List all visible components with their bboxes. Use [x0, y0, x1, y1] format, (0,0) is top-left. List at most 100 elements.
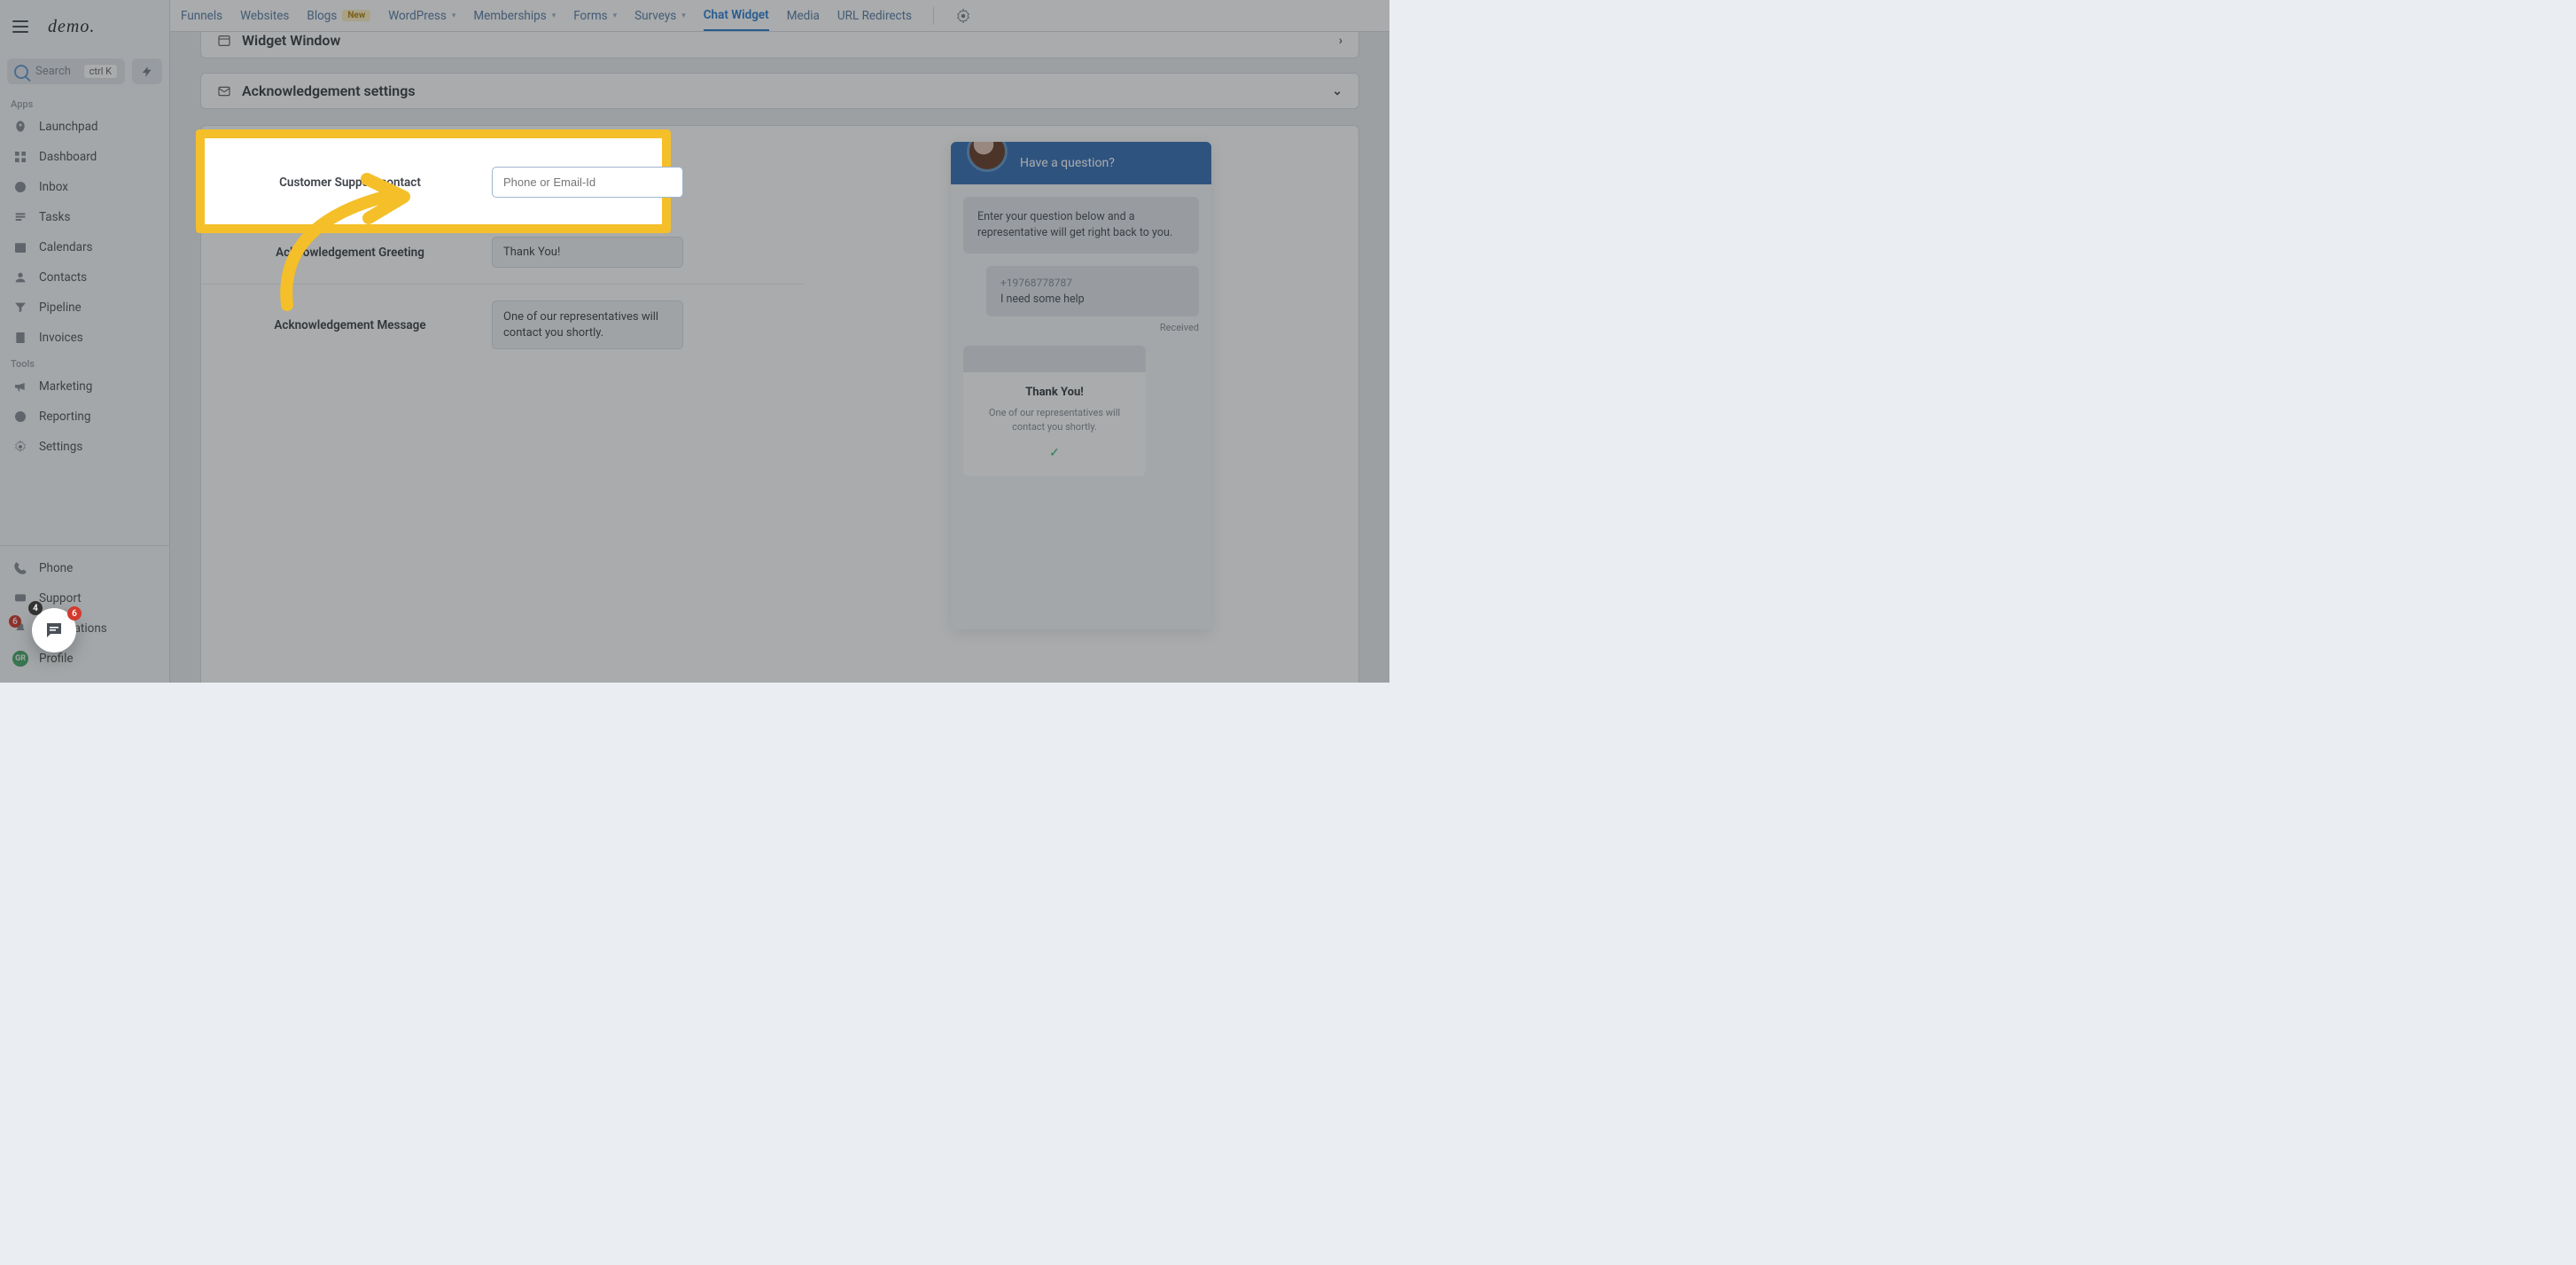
preview-pane: Have a question? Enter your question bel…: [804, 126, 1358, 683]
search-shortcut: ctrl K: [83, 64, 118, 79]
preview-received-label: Received: [1160, 322, 1199, 333]
sidebar-header: demo.: [0, 0, 169, 53]
preview-user-message: +19768778787 I need some help: [986, 266, 1199, 316]
chat-icon: [12, 590, 28, 606]
tab-label: Surveys: [634, 9, 676, 23]
sidebar: demo. Search ctrl K Apps Launchpad Dashb…: [0, 0, 170, 683]
tab-wordpress[interactable]: WordPress ▾: [388, 2, 455, 30]
chevron-right-icon: ›: [1339, 34, 1342, 48]
check-icon: ✓: [976, 446, 1133, 460]
sidebar-item-profile[interactable]: GR Profile: [0, 644, 169, 674]
tab-label: Forms: [573, 9, 607, 23]
card-title: Acknowledgement settings: [242, 82, 416, 99]
preview-phone: +19768778787: [1000, 277, 1185, 289]
tab-surveys[interactable]: Surveys ▾: [634, 2, 686, 30]
topbar: Funnels Websites Blogs New WordPress ▾ Me…: [170, 0, 1389, 32]
lightning-icon: [141, 66, 153, 78]
nav-label: Phone: [39, 561, 73, 575]
chevron-down-icon: ▾: [613, 12, 618, 20]
topbar-settings-button[interactable]: [955, 1, 971, 31]
tasks-icon: [12, 209, 28, 225]
nav-label: Pipeline: [39, 301, 82, 315]
sidebar-item-marketing[interactable]: Marketing: [0, 371, 169, 402]
form-row-contact: Customer Support contact: [201, 151, 804, 214]
phone-icon: [12, 560, 28, 576]
tab-forms[interactable]: Forms ▾: [573, 2, 617, 30]
sidebar-item-reporting[interactable]: Reporting: [0, 402, 169, 432]
preview-header-text: Have a question?: [1020, 156, 1115, 170]
tab-label: Blogs: [307, 9, 337, 23]
sidebar-item-inbox[interactable]: Inbox: [0, 172, 169, 202]
preview-reply-body: One of our representatives will contact …: [976, 406, 1133, 433]
gear-icon: [955, 8, 971, 24]
nav-label: Calendars: [39, 240, 93, 254]
section-apps-label: Apps: [0, 93, 169, 112]
sidebar-item-contacts[interactable]: Contacts: [0, 262, 169, 293]
contact-label: Customer Support contact: [226, 176, 474, 190]
card-ack-settings-header[interactable]: Acknowledgement settings ⌄: [200, 73, 1359, 109]
search-label: Search: [35, 65, 71, 78]
nav-label: Contacts: [39, 270, 87, 285]
sidebar-item-invoices[interactable]: Invoices: [0, 323, 169, 353]
nav-label: Invoices: [39, 331, 83, 345]
chat-launcher[interactable]: 4 6: [32, 608, 76, 652]
main-content: Widget Window › Acknowledgement settings…: [170, 32, 1389, 683]
avatar: GR: [12, 651, 28, 667]
tab-url-redirects[interactable]: URL Redirects: [837, 2, 912, 30]
brand-logo: demo.: [48, 17, 95, 37]
tab-websites[interactable]: Websites: [240, 2, 289, 30]
chat-preview: Have a question? Enter your question bel…: [951, 142, 1211, 629]
nav-label: Settings: [39, 440, 82, 454]
nav-label: Marketing: [39, 379, 92, 394]
tab-label: WordPress: [388, 9, 447, 23]
nav-label: Dashboard: [39, 150, 97, 164]
separator: [933, 7, 934, 25]
sidebar-item-settings[interactable]: Settings: [0, 432, 169, 462]
nav-label: Launchpad: [39, 120, 98, 134]
chevron-down-icon: ▾: [452, 12, 456, 20]
megaphone-icon: [12, 379, 28, 394]
search-input[interactable]: Search ctrl K: [7, 59, 125, 84]
form-row-message: Acknowledgement Message One of our repre…: [201, 285, 804, 365]
chevron-down-icon: ⌄: [1332, 84, 1342, 98]
contact-input[interactable]: [492, 167, 683, 198]
window-icon: [217, 34, 231, 48]
sidebar-item-tasks[interactable]: Tasks: [0, 202, 169, 232]
user-icon: [12, 269, 28, 285]
preview-header: Have a question?: [951, 142, 1211, 184]
quick-actions-button[interactable]: [132, 59, 162, 84]
form-row-greeting: Acknowledgement Greeting Thank You!: [201, 221, 804, 285]
nav-label: Reporting: [39, 410, 90, 424]
tab-chat-widget[interactable]: Chat Widget: [704, 1, 769, 31]
greeting-label: Acknowledgement Greeting: [226, 246, 474, 260]
launcher-badge-dark: 4: [28, 601, 43, 615]
nav-label: Inbox: [39, 180, 68, 194]
funnel-icon: [12, 300, 28, 316]
hamburger-icon[interactable]: [12, 20, 28, 33]
tab-media[interactable]: Media: [787, 2, 820, 30]
tab-blogs[interactable]: Blogs New: [307, 2, 370, 30]
sidebar-item-launchpad[interactable]: Launchpad: [0, 112, 169, 142]
tab-label: Memberships: [473, 9, 546, 23]
chevron-down-icon: ▾: [681, 12, 686, 20]
tab-funnels[interactable]: Funnels: [181, 2, 222, 30]
chat-bubble-icon: [43, 620, 65, 641]
preview-reply-title: Thank You!: [976, 386, 1133, 399]
sidebar-item-pipeline[interactable]: Pipeline: [0, 293, 169, 323]
mail-check-icon: [217, 84, 231, 98]
sidebar-item-dashboard[interactable]: Dashboard: [0, 142, 169, 172]
tab-memberships[interactable]: Memberships▾: [473, 2, 556, 30]
sidebar-item-support[interactable]: Support: [0, 583, 169, 613]
nav-label: Tasks: [39, 210, 70, 224]
preview-intro: Enter your question below and a represen…: [963, 197, 1199, 254]
greeting-input[interactable]: Thank You!: [492, 237, 683, 268]
sidebar-item-phone[interactable]: Phone: [0, 553, 169, 583]
card-widget-window[interactable]: Widget Window ›: [200, 32, 1359, 59]
sidebar-item-calendars[interactable]: Calendars: [0, 232, 169, 262]
preview-reply: Thank You! One of our representatives wi…: [963, 346, 1146, 476]
agent-avatar: [967, 142, 1008, 172]
inbox-icon: [12, 179, 28, 195]
sidebar-item-notifications[interactable]: Notifications 6: [0, 613, 169, 644]
message-input[interactable]: One of our representatives will contact …: [492, 301, 683, 349]
calendar-icon: [12, 239, 28, 255]
